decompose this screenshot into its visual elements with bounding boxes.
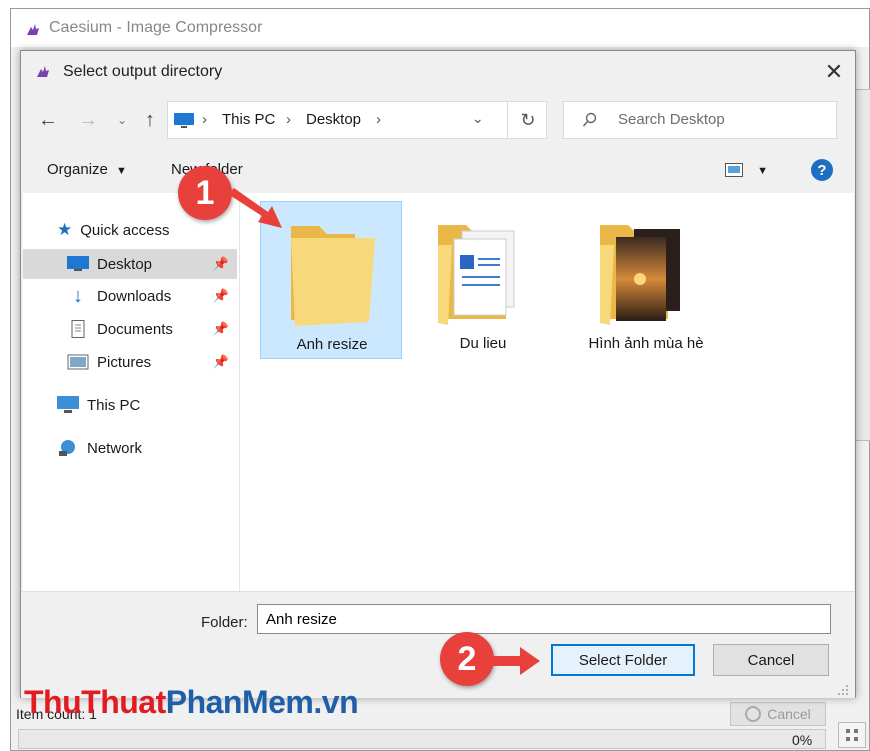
- breadcrumb-separator-icon: ›: [202, 111, 207, 128]
- nav-quick-access-label: Quick access: [80, 221, 170, 239]
- step-1-number: 1: [195, 173, 215, 212]
- dropdown-arrow-icon: ▼: [757, 165, 769, 177]
- nav-quick-access[interactable]: ★ Quick access: [57, 215, 169, 245]
- nav-this-pc-label: This PC: [87, 396, 141, 414]
- refresh-button[interactable]: ↻: [507, 101, 548, 139]
- folder-with-documents-icon: [438, 225, 515, 325]
- watermark-part3: .vn: [313, 684, 359, 720]
- recent-locations-button[interactable]: ⌄: [109, 107, 135, 133]
- search-placeholder: Search Desktop: [618, 111, 725, 128]
- folder-icon: [291, 226, 375, 326]
- address-dropdown-icon[interactable]: ⌄: [472, 110, 484, 127]
- step-2-badge: 2: [440, 632, 494, 686]
- close-icon: ✕: [824, 59, 844, 84]
- nav-item-documents[interactable]: Documents 📌: [23, 314, 237, 344]
- forward-button[interactable]: →: [75, 107, 101, 133]
- file-list: Anh resize Du lieu Hình ảnh mùa hè: [240, 193, 854, 591]
- nav-item-desktop[interactable]: Desktop 📌: [23, 249, 237, 279]
- search-icon: [582, 112, 597, 127]
- pin-icon[interactable]: 📌: [213, 288, 229, 304]
- chevron-down-icon: ⌄: [116, 113, 128, 127]
- nav-item-label: Pictures: [97, 353, 152, 371]
- document-icon: [71, 320, 85, 338]
- file-tile-du-lieu[interactable]: Du lieu: [412, 201, 554, 359]
- file-name: Hình ảnh mùa hè: [588, 335, 704, 352]
- grid-icon: [846, 729, 858, 741]
- dialog-logo-icon: [37, 66, 49, 77]
- nav-item-pictures[interactable]: Pictures 📌: [23, 347, 237, 377]
- folder-with-photos-icon: [600, 225, 680, 325]
- arrow-left-icon: ←: [38, 108, 58, 131]
- cancel-circle-icon: [745, 706, 762, 722]
- nav-network[interactable]: Network: [57, 433, 142, 463]
- select-folder-label: Select Folder: [578, 651, 668, 669]
- select-folder-button[interactable]: Select Folder: [551, 644, 695, 676]
- address-bar[interactable]: › This PC › Desktop › ⌄: [167, 101, 547, 139]
- nav-this-pc[interactable]: This PC: [57, 390, 140, 420]
- this-pc-icon: [174, 113, 194, 128]
- file-name: Anh resize: [296, 336, 368, 353]
- step-2-number: 2: [457, 639, 477, 678]
- arrow-right-icon: →: [78, 108, 98, 131]
- help-button[interactable]: ?: [811, 159, 833, 181]
- nav-item-label: Documents: [97, 320, 173, 338]
- caesium-titlebar: Caesium - Image Compressor: [11, 9, 869, 47]
- back-button[interactable]: ←: [35, 107, 61, 133]
- caesium-cancel-button[interactable]: Cancel: [730, 702, 826, 726]
- step-1-arrow-icon: [228, 188, 282, 228]
- close-button[interactable]: ✕: [821, 59, 847, 85]
- nav-item-downloads[interactable]: ↓ Downloads 📌: [23, 281, 237, 311]
- star-icon: ★: [57, 220, 73, 239]
- download-arrow-icon: ↓: [73, 284, 83, 307]
- arrow-up-icon: ↑: [145, 108, 155, 131]
- pin-icon[interactable]: 📌: [213, 256, 229, 272]
- expand-button[interactable]: [838, 722, 866, 748]
- folder-name-input[interactable]: [257, 604, 831, 634]
- desktop-icon: [67, 256, 89, 271]
- help-icon: ?: [817, 161, 827, 179]
- dialog-toolbar: Organize ▼ New folder ▼ ?: [21, 151, 855, 191]
- computer-icon: [57, 396, 79, 413]
- dialog-title: Select output directory: [63, 63, 223, 80]
- nav-item-label: Desktop: [97, 255, 153, 273]
- cancel-label: Cancel: [747, 651, 795, 669]
- step-2-arrow-icon: [492, 647, 540, 675]
- navigation-pane: ★ Quick access Desktop 📌 ↓ Downloads 📌 D…: [23, 193, 239, 591]
- nav-network-label: Network: [87, 439, 143, 457]
- search-box[interactable]: Search Desktop: [563, 101, 837, 139]
- progress-bar: [18, 729, 826, 749]
- select-output-directory-dialog: Select output directory ✕ ← → ⌄ ↑ › This…: [20, 50, 856, 698]
- step-1-badge: 1: [178, 166, 232, 220]
- watermark-part2: PhanMem: [165, 684, 314, 720]
- view-icon: [725, 163, 743, 177]
- watermark: ThuThuatPhanMem.vn: [24, 684, 359, 721]
- dropdown-arrow-icon: ▼: [116, 165, 127, 177]
- network-icon: [59, 440, 75, 456]
- caesium-logo-icon: [27, 24, 39, 35]
- cancel-button[interactable]: Cancel: [713, 644, 829, 676]
- resize-grip-icon[interactable]: [837, 684, 849, 696]
- up-button[interactable]: ↑: [137, 107, 163, 133]
- caesium-right-panel: [855, 89, 870, 441]
- watermark-part1: ThuThuat: [24, 684, 166, 720]
- breadcrumb-separator-icon: ›: [376, 111, 381, 128]
- pin-icon[interactable]: 📌: [213, 321, 229, 337]
- file-name: Du lieu: [459, 335, 507, 352]
- breadcrumb-separator-icon: ›: [286, 111, 291, 128]
- dialog-footer: Folder: Select Folder Cancel: [21, 591, 855, 698]
- pin-icon[interactable]: 📌: [213, 354, 229, 370]
- breadcrumb-this-pc[interactable]: This PC: [222, 111, 275, 128]
- view-options-button[interactable]: ▼: [725, 163, 768, 181]
- refresh-icon: ↻: [520, 109, 536, 130]
- organize-label: Organize: [47, 161, 108, 178]
- caesium-cancel-label: Cancel: [767, 706, 811, 722]
- organize-button[interactable]: Organize ▼: [47, 161, 127, 178]
- caesium-title: Caesium - Image Compressor: [49, 19, 263, 36]
- pictures-icon: [67, 354, 89, 370]
- nav-item-label: Downloads: [97, 287, 172, 305]
- folder-label: Folder:: [201, 614, 248, 631]
- breadcrumb-desktop[interactable]: Desktop: [306, 111, 361, 128]
- progress-percent: 0%: [792, 732, 813, 748]
- file-tile-hinh-anh-mua-he[interactable]: Hình ảnh mùa hè: [564, 201, 728, 359]
